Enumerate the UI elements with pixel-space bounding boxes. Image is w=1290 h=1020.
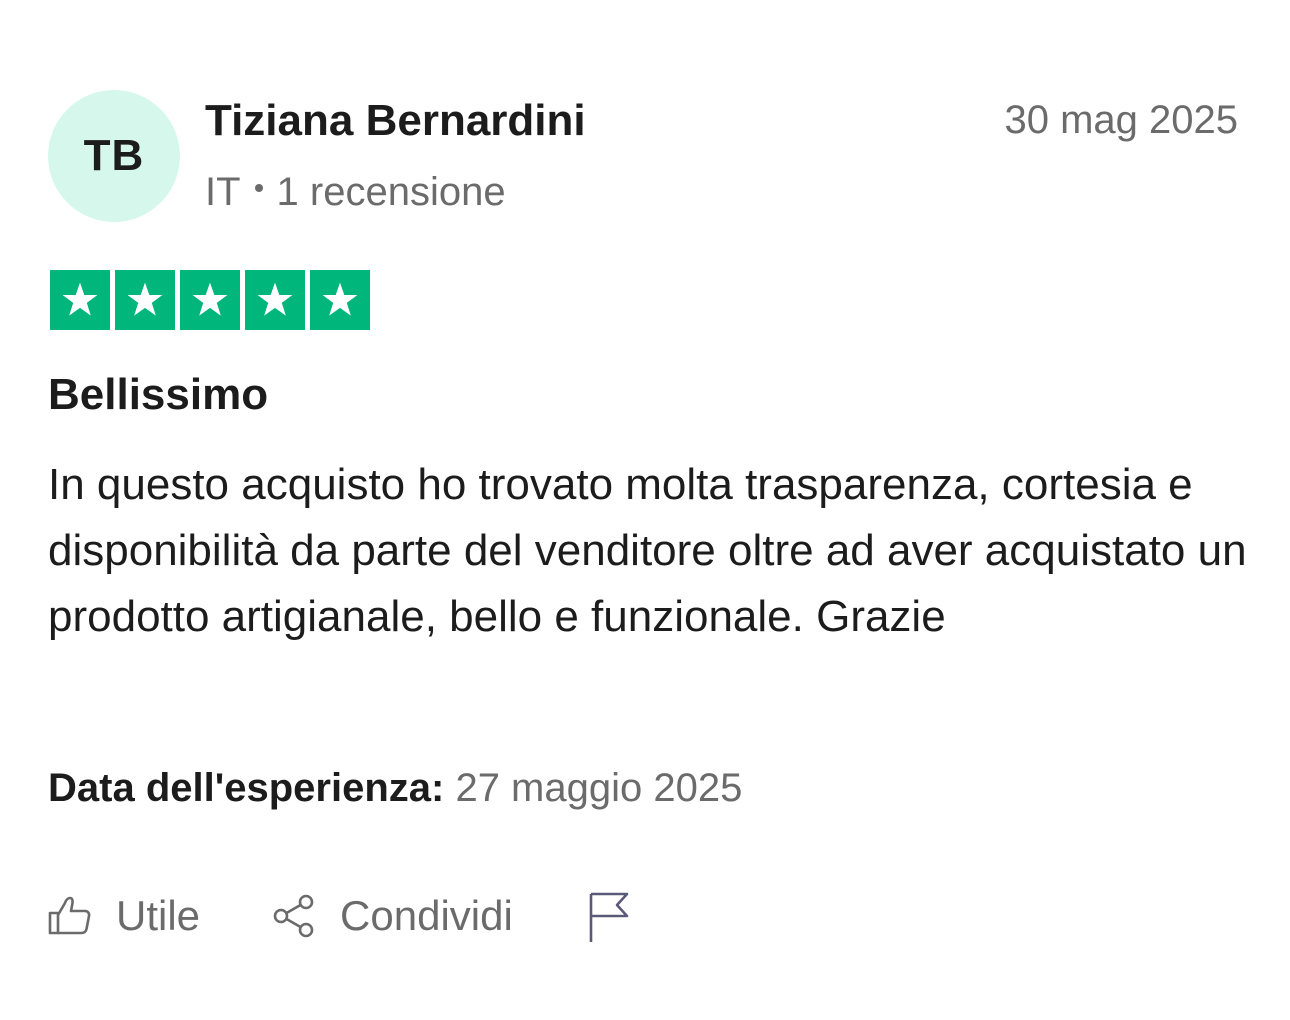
review-title[interactable]: Bellissimo bbox=[48, 370, 268, 420]
star-rating bbox=[50, 270, 370, 330]
author-name[interactable]: Tiziana Bernardini bbox=[205, 96, 586, 146]
review-actions: Utile Condividi bbox=[48, 890, 631, 942]
review-date: 30 mag 2025 bbox=[1004, 98, 1238, 142]
star-icon bbox=[115, 270, 175, 330]
author-country: IT bbox=[205, 170, 241, 214]
share-button[interactable]: Condividi bbox=[272, 892, 513, 940]
review-card: TB Tiziana Bernardini IT 1 recensione 30… bbox=[0, 0, 1290, 1020]
experience-label: Data dell'esperienza: bbox=[48, 766, 445, 810]
experience-date: Data dell'esperienza: 27 maggio 2025 bbox=[48, 766, 742, 811]
share-icon bbox=[272, 894, 316, 938]
star-icon bbox=[310, 270, 370, 330]
useful-button[interactable]: Utile bbox=[48, 892, 200, 940]
review-text: In questo acquisto ho trovato molta tras… bbox=[48, 460, 1247, 641]
flag-icon bbox=[587, 890, 631, 942]
author-meta: IT 1 recensione bbox=[205, 170, 506, 215]
separator-dot bbox=[254, 183, 263, 192]
thumbs-up-icon bbox=[48, 894, 92, 938]
star-icon bbox=[50, 270, 110, 330]
experience-value: 27 maggio 2025 bbox=[455, 766, 743, 810]
avatar-initials: TB bbox=[83, 131, 145, 180]
author-review-count: 1 recensione bbox=[276, 170, 506, 214]
avatar[interactable]: TB bbox=[48, 90, 180, 222]
star-icon bbox=[180, 270, 240, 330]
star-icon bbox=[245, 270, 305, 330]
report-button[interactable] bbox=[587, 890, 631, 942]
useful-label: Utile bbox=[116, 892, 201, 939]
share-label: Condividi bbox=[340, 892, 513, 939]
